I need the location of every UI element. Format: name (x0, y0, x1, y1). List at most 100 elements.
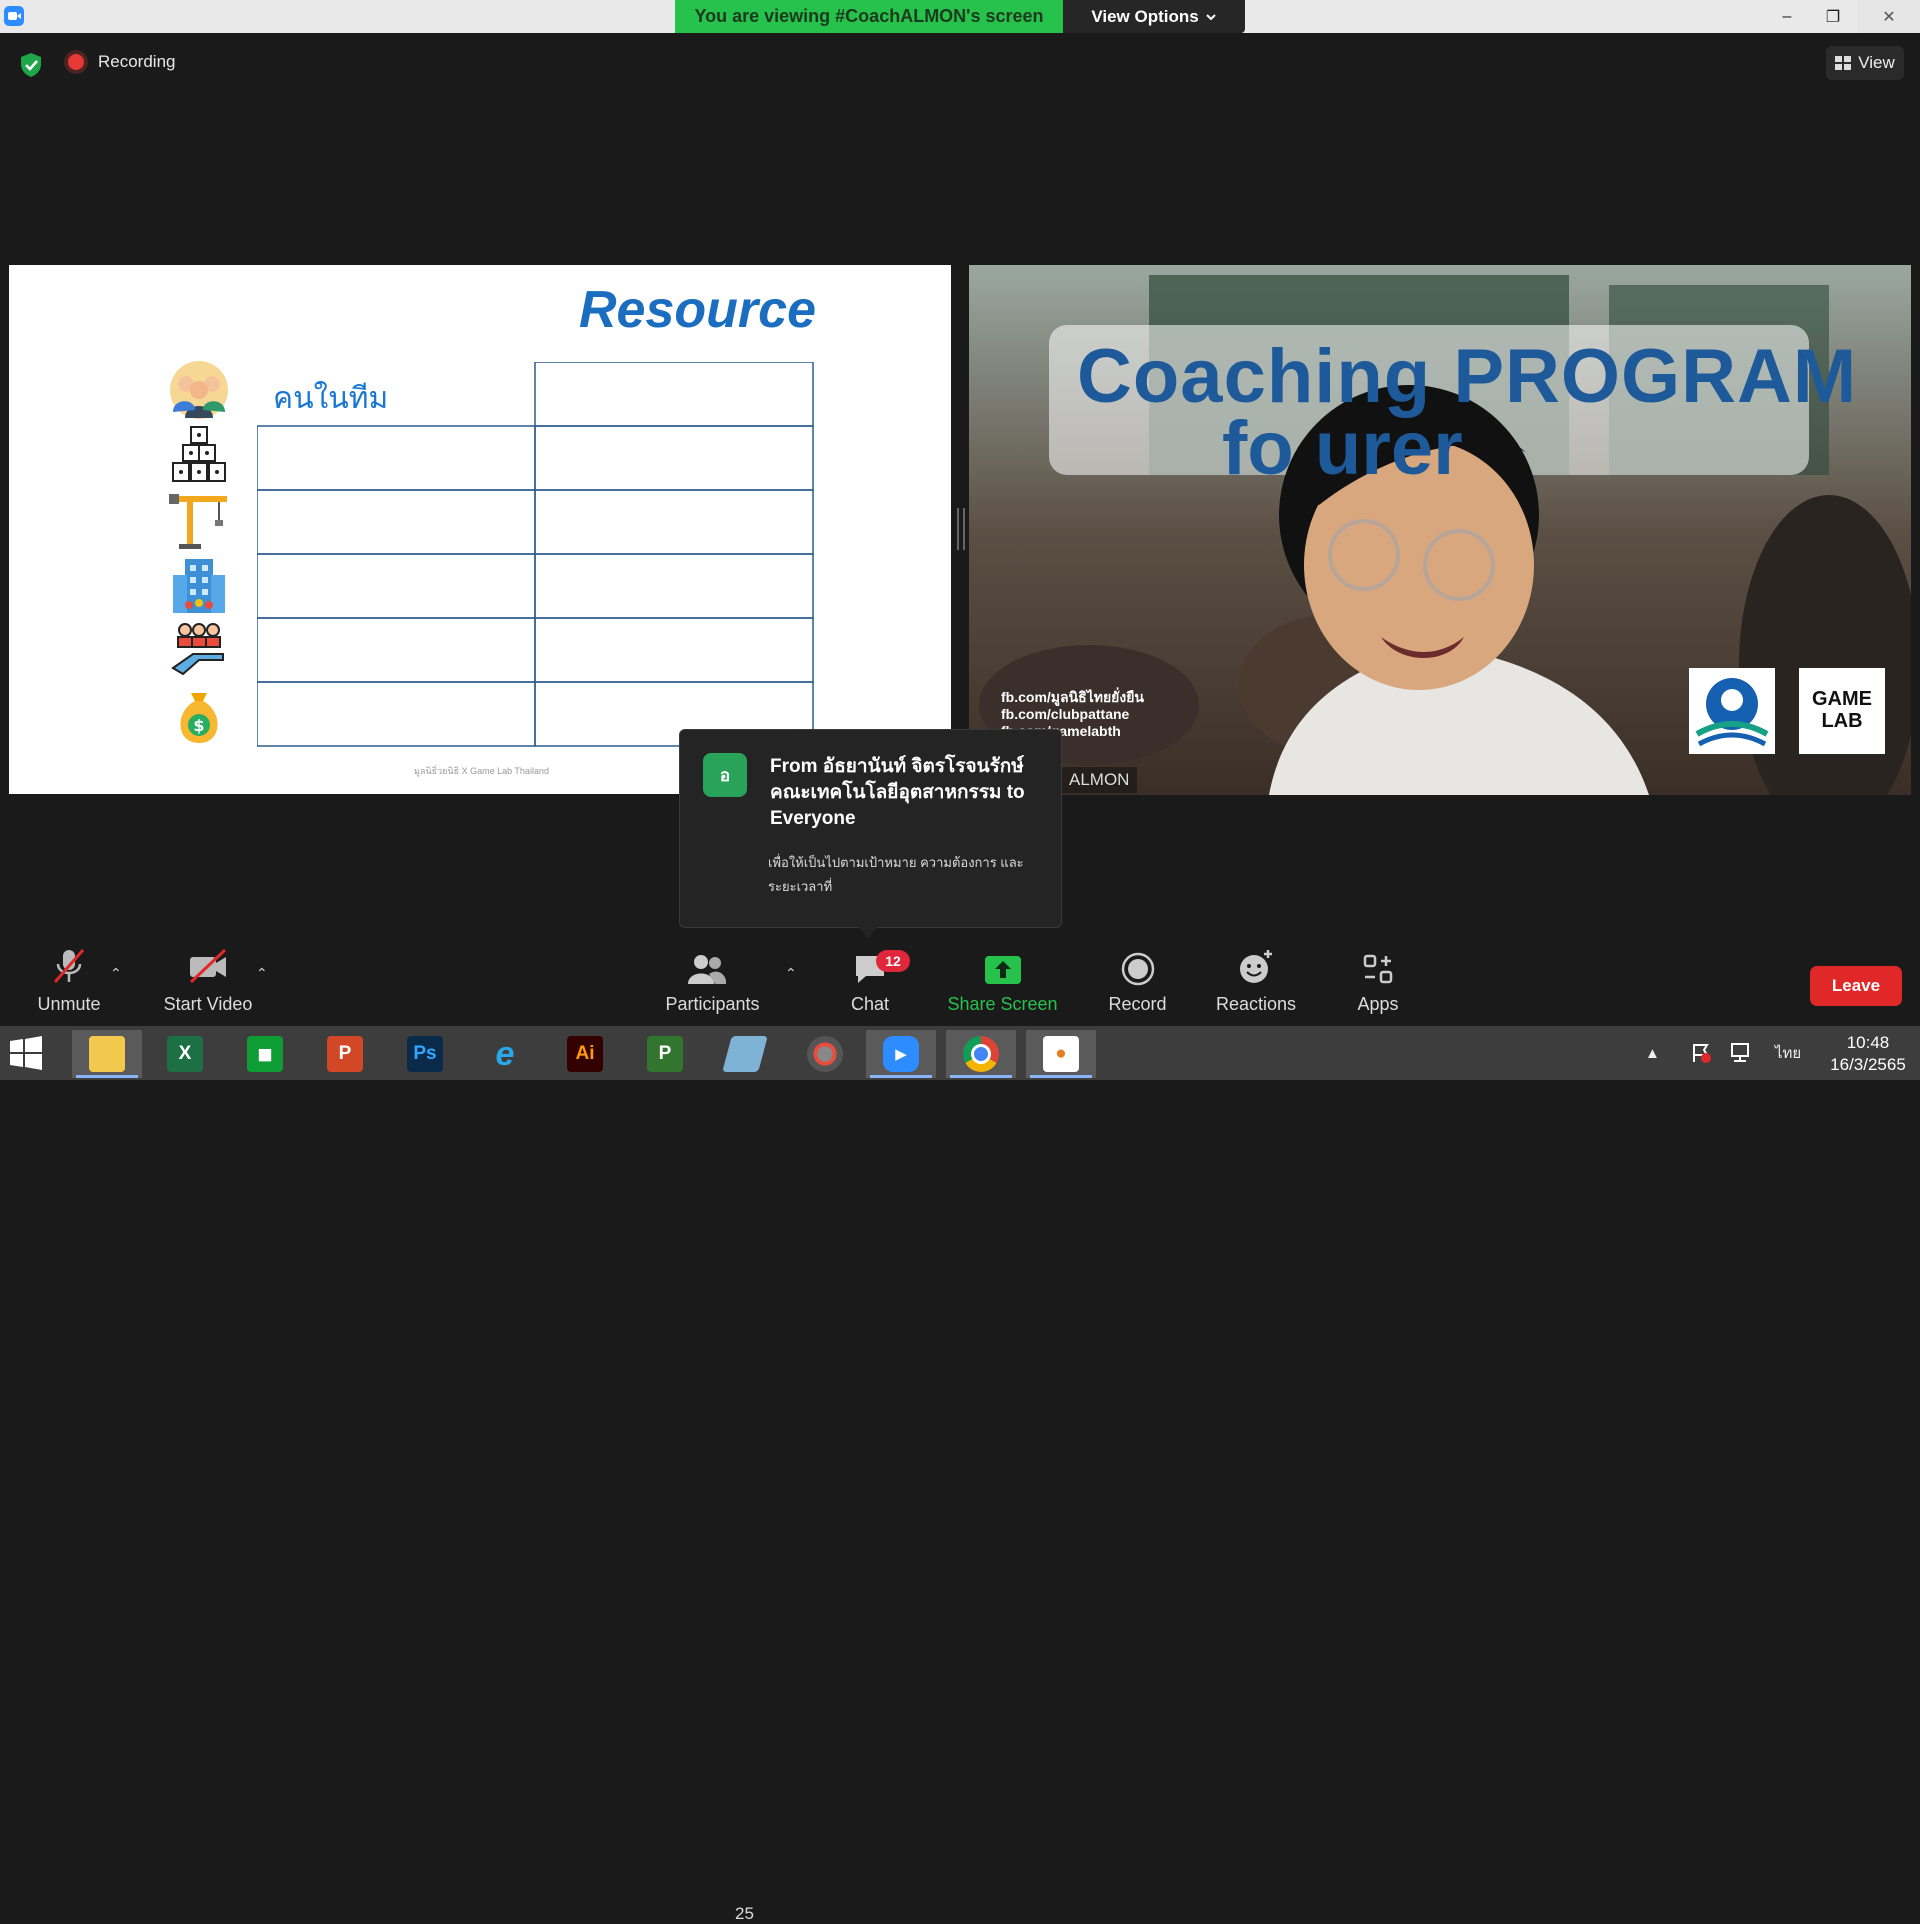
internet-explorer-icon: e (495, 1034, 515, 1073)
project-icon: P (647, 1036, 683, 1072)
chrome-icon (963, 1036, 999, 1072)
slide-footer: มูลนิธิ่วยนิธิ X Game Lab Thailand (414, 766, 549, 776)
record-button[interactable]: Record (1105, 944, 1170, 1024)
viewing-screen-text: You are viewing #CoachALMON's screen (694, 6, 1044, 26)
participants-icon (687, 955, 726, 984)
unmute-label: Unmute (37, 994, 101, 1014)
view-layout-button[interactable]: View (1826, 46, 1904, 80)
audio-options-caret-icon[interactable]: ⌃ (110, 965, 122, 982)
money-bag-icon: $ (180, 693, 218, 743)
video-banner-line1: Coaching PROGRAM (1077, 334, 1858, 419)
paint-icon: ● (1043, 1036, 1079, 1072)
team-members-label: คนในทีม (273, 382, 389, 415)
tray-overflow-icon[interactable]: ▲ (1645, 1026, 1660, 1080)
reactions-button[interactable]: Reactions (1213, 944, 1299, 1024)
participants-button[interactable]: Participants (665, 944, 760, 1024)
restore-button[interactable]: ❐ (1810, 0, 1856, 33)
game-lab-logo-text: GAME LAB (1812, 688, 1872, 732)
chat-notification-popup[interactable]: อ From อัธยานันท์ จิตรโรจนรักษ์ คณะเทคโน… (679, 729, 1062, 938)
shared-screen-slide: Resource คนในทีม $ มูลนิธิ่วยนิธิ X Game… (9, 265, 951, 794)
taskbar-paint[interactable]: ● (1026, 1030, 1096, 1078)
social-link: fb.com/clubpattane (1001, 706, 1130, 722)
slide-title: Resource (579, 281, 816, 339)
input-language[interactable]: ไทย (1775, 1026, 1801, 1080)
illustrator-icon: Ai (567, 1036, 603, 1072)
building-icon (173, 559, 225, 613)
split-view-handle[interactable] (957, 508, 965, 550)
chevron-down-icon (1205, 13, 1216, 20)
share-screen-label: Share Screen (947, 994, 1058, 1014)
clock-time: 10:48 (1846, 1033, 1890, 1052)
taskbar-illustrator[interactable]: Ai (550, 1030, 620, 1078)
video-options-caret-icon[interactable]: ⌃ (256, 965, 268, 982)
recording-indicator-icon (68, 54, 84, 70)
smiley-add-icon (1240, 950, 1272, 983)
action-center-flag-icon[interactable] (1690, 1026, 1712, 1080)
taskbar-notepad[interactable] (710, 1030, 780, 1078)
participants-options-caret-icon[interactable]: ⌃ (785, 965, 797, 982)
encryption-shield-icon[interactable] (18, 52, 44, 78)
speaker-video[interactable]: Coaching PROGRAM fo urer fb.com/มูลนิธิไ… (969, 265, 1911, 795)
taskbar-internet-explorer[interactable]: e (470, 1030, 540, 1078)
blocks-icon (172, 426, 226, 482)
chat-message: เพื่อให้เป็นไปตามเป้าหมาย ความต้องการ แล… (768, 855, 1024, 894)
record-label: Record (1108, 994, 1167, 1014)
windows-start-icon[interactable] (8, 1035, 44, 1071)
start-video-button[interactable]: Start Video (163, 944, 253, 1024)
minimize-button[interactable]: – (1764, 0, 1810, 33)
view-options-label: View Options (1091, 6, 1199, 26)
taskbar-store[interactable]: ◼ (230, 1030, 300, 1078)
view-options-button[interactable]: View Options (1063, 0, 1245, 33)
taskbar-photoshop[interactable]: Ps (390, 1030, 460, 1078)
social-link: fb.com/มูลนิธิไทยยั่งยืน (1001, 689, 1144, 705)
meeting-toolbar: Unmute ⌃ Start Video ⌃ Participants 25 ⌃ (0, 944, 1920, 1923)
crane-icon (169, 494, 227, 549)
grid-view-icon (1835, 56, 1852, 70)
network-icon[interactable] (1730, 1026, 1754, 1080)
powerpoint-icon: P (327, 1036, 363, 1072)
participant-name-tag: ALMON (1061, 767, 1138, 793)
taskbar-chrome[interactable] (946, 1030, 1016, 1078)
video-banner-line2: fo urer (1222, 406, 1463, 491)
apps-label: Apps (1357, 994, 1399, 1014)
hand-people-icon (171, 623, 224, 676)
photoscape-icon (807, 1036, 843, 1072)
folder-icon (89, 1036, 125, 1072)
team-people-icon (170, 361, 228, 419)
excel-icon: X (167, 1036, 203, 1072)
taskbar-project[interactable]: P (630, 1030, 700, 1078)
taskbar-zoom[interactable]: ▶ (866, 1030, 936, 1078)
restore-icon: ❐ (1825, 8, 1841, 26)
share-screen-icon (984, 956, 1021, 984)
close-icon: ✕ (1882, 8, 1896, 26)
avatar: อ (703, 753, 747, 797)
minimize-icon: – (1782, 7, 1792, 25)
microphone-muted-icon (53, 949, 85, 983)
share-screen-button[interactable]: Share Screen (945, 944, 1060, 1024)
chat-sender: From อัธยานันท์ จิตรโรจนรักษ์ คณะเทคโนโล… (770, 756, 1025, 829)
svg-text:$: $ (193, 716, 204, 735)
taskbar-powerpoint[interactable]: P (310, 1030, 380, 1078)
photoshop-icon: Ps (407, 1036, 443, 1072)
close-button[interactable]: ✕ (1858, 0, 1920, 33)
apps-icon (1363, 954, 1393, 984)
chat-unread-badge: 12 (876, 950, 910, 972)
taskbar-excel[interactable]: X (150, 1030, 220, 1078)
windows-taskbar: X ◼ P Ps e Ai P ▶ ● ▲ ไทย 10:48 16/3/256… (0, 1026, 1920, 1080)
viewing-screen-banner: You are viewing #CoachALMON's screen (675, 0, 1063, 33)
foundation-logo (1689, 668, 1775, 754)
participants-count: 25 (735, 1904, 754, 1923)
zoom-app-icon (4, 6, 24, 26)
unmute-button[interactable]: Unmute (34, 944, 104, 1024)
window-titlebar: You are viewing #CoachALMON's screen Vie… (0, 0, 1920, 33)
leave-button[interactable]: Leave (1810, 966, 1902, 1006)
game-lab-logo: GAME LAB (1799, 668, 1885, 754)
taskbar-photoscape[interactable] (790, 1030, 860, 1078)
zoom-camera-icon: ▶ (883, 1036, 919, 1072)
notepad-icon (722, 1036, 768, 1072)
apps-button[interactable]: Apps (1348, 944, 1408, 1024)
taskbar-clock[interactable]: 10:48 16/3/2565 (1823, 1032, 1913, 1076)
record-icon (1121, 952, 1154, 986)
video-camera-off-icon (189, 948, 227, 984)
taskbar-file-explorer[interactable] (72, 1030, 142, 1078)
